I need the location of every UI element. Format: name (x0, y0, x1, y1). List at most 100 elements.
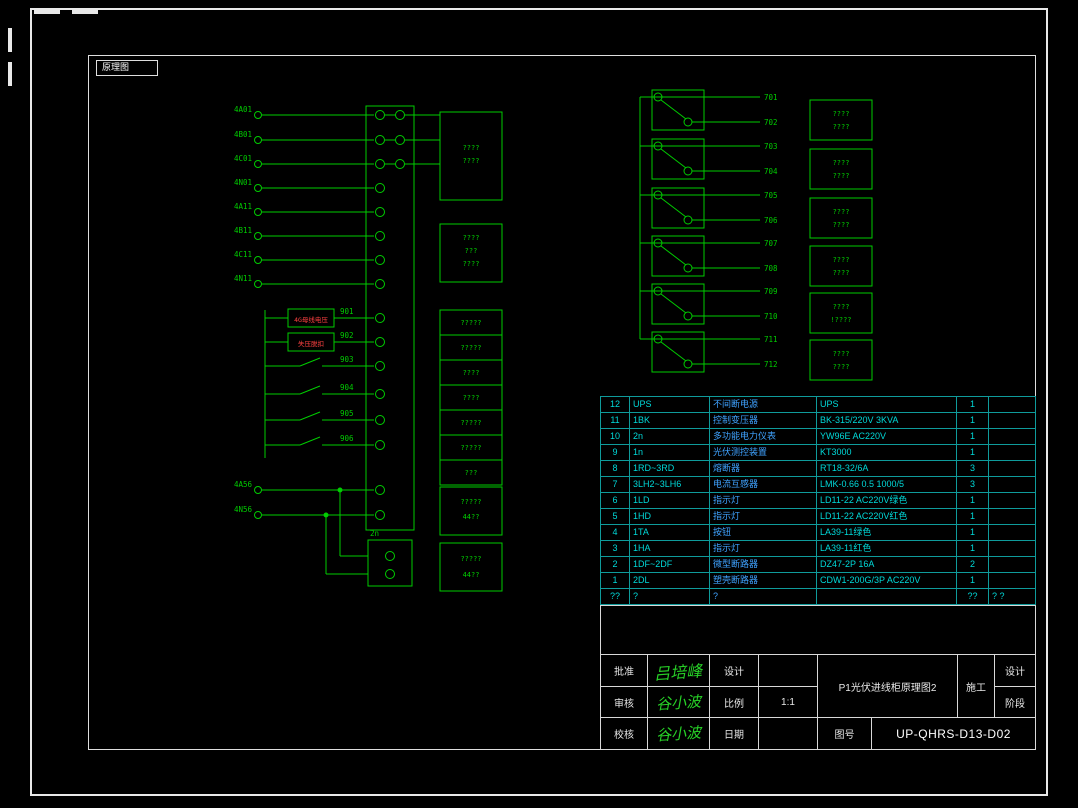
left-feeder-wires (254, 110, 440, 289)
bom-cell: 1 (957, 397, 988, 412)
wire-number: 707 (764, 239, 778, 248)
feeder-label: 4A01 (234, 105, 252, 114)
legend-text: ???? (833, 303, 850, 311)
drawing-no-label: 图号 (818, 718, 872, 749)
bom-cell (989, 509, 1035, 524)
bom-cell: 控制变压器 (710, 413, 816, 428)
bom-cell: 3 (957, 461, 988, 476)
construction-label: 施工 (958, 655, 994, 717)
stage-label-top: 设计 (995, 655, 1035, 686)
feeder-label: 4C01 (234, 154, 252, 163)
bom-cell: 9 (601, 445, 629, 460)
bom-cell: 1 (957, 493, 988, 508)
bom-cell: 1 (957, 509, 988, 524)
date-value (759, 718, 817, 749)
review-label: 审核 (601, 687, 647, 717)
legend-text: ???? (463, 144, 480, 152)
bom-table: 12 UPS 不间断电源 UPS 1 11 1BK 控制变压器 BK-315/220V 3KV… (600, 396, 1036, 605)
legend-text: !???? (830, 316, 851, 324)
scale-value: 1:1 (759, 687, 817, 717)
bom-cell: 塑壳断路器 (710, 573, 816, 588)
bom-cell: 熔断器 (710, 461, 816, 476)
wire-number: 708 (764, 264, 778, 273)
bom-cell: 指示灯 (710, 509, 816, 524)
bom-cell: 电流互感器 (710, 477, 816, 492)
wire-number: 701 (764, 93, 778, 102)
legend-text: ???? (463, 234, 480, 242)
bom-cell: 指示灯 (710, 493, 816, 508)
wire-number: 706 (764, 216, 778, 225)
bom-cell: KT3000 (817, 445, 956, 460)
check-label: 校核 (601, 718, 647, 749)
legend-text: ??? (465, 247, 478, 255)
legend-text: 44?? (463, 571, 480, 579)
bom-cell: CDW1-200G/3P AC220V (817, 573, 956, 588)
bom-cell: 10 (601, 429, 629, 444)
legend-text: ???? (833, 363, 850, 371)
wire-number: 702 (764, 118, 778, 127)
scale-label: 比例 (710, 687, 758, 717)
bom-cell (989, 573, 1035, 588)
relay-label: 4G母线电压 (294, 315, 328, 324)
bom-cell: 7 (601, 477, 629, 492)
bom-cell: BK-315/220V 3KVA (817, 413, 956, 428)
relay-contact-section (264, 308, 385, 458)
approve-signature: 吕培峰 (648, 655, 709, 686)
wire-number: 703 (764, 142, 778, 151)
drawing-no: UP-QHRS-D13-D02 (896, 726, 1011, 741)
date-label: 日期 (710, 718, 758, 749)
bom-cell (989, 493, 1035, 508)
bom-cell: 12 (601, 397, 629, 412)
feeder-label: 4N01 (234, 178, 252, 187)
relay-label: 失压脱扣 (298, 339, 324, 348)
legend-text: ???? (463, 157, 480, 165)
legend-text: ???? (833, 208, 850, 216)
wire-number: 905 (340, 409, 354, 418)
wire-number: 709 (764, 287, 778, 296)
bom-cell (817, 589, 956, 604)
bom-cell: 按钮 (710, 525, 816, 540)
legend-text: ???? (833, 172, 850, 180)
signature: 谷小波 (655, 691, 702, 714)
bom-cell: 11 (601, 413, 629, 428)
bom-cell: 光伏测控装置 (710, 445, 816, 460)
feeder-label: 4B11 (234, 226, 252, 235)
bom-cell (989, 413, 1035, 428)
bom-cell (989, 397, 1035, 412)
legend-text: ???? (833, 159, 850, 167)
bom-cell: 5 (601, 509, 629, 524)
legend-text: ????? (460, 444, 481, 452)
legend-text: ???? (463, 394, 480, 402)
bom-cell: 4 (601, 525, 629, 540)
wire-number: 710 (764, 312, 778, 321)
meter-circuit (254, 485, 413, 587)
legend-text: ???? (833, 221, 850, 229)
legend-text: ???? (463, 369, 480, 377)
bom-cell: 2 (957, 557, 988, 572)
drawing-number-cell: 图号 UP-QHRS-D13-D02 (818, 718, 1035, 749)
bom-cell (989, 461, 1035, 476)
design-value (759, 655, 817, 686)
legend-text: ???? (833, 110, 850, 118)
bom-cell (989, 525, 1035, 540)
legend-text: ????? (460, 419, 481, 427)
bom-cell: ? (710, 589, 816, 604)
bom-cell: 1n (630, 445, 709, 460)
feeder-label: 4A11 (234, 202, 252, 211)
feeder-label: 4A56 (234, 480, 253, 489)
legend-text: ????? (460, 555, 481, 563)
bom-cell: YW96E AC220V (817, 429, 956, 444)
signature: 吕培峰 (653, 660, 704, 684)
wire-number: 901 (340, 307, 354, 316)
bom-cell (989, 477, 1035, 492)
feeder-label: 4N11 (234, 274, 252, 283)
bom-cell: 1HA (630, 541, 709, 556)
bom-cell: 2DL (630, 573, 709, 588)
legend-text: ??? (465, 469, 478, 477)
meter-label: 2n (370, 529, 379, 538)
legend-text: ????? (460, 344, 481, 352)
bom-cell: 1BK (630, 413, 709, 428)
bom-cell: RT18-32/6A (817, 461, 956, 476)
bom-cell: 不间断电源 (710, 397, 816, 412)
bom-cell: LMK-0.66 0.5 1000/5 (817, 477, 956, 492)
